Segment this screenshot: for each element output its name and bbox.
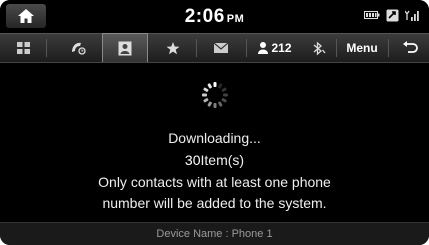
tab-call-history[interactable] bbox=[58, 34, 98, 62]
device-name-bar: Device Name : Phone 1 bbox=[0, 222, 429, 245]
grid-icon bbox=[16, 42, 30, 54]
back-icon bbox=[402, 41, 418, 53]
clock-ampm: PM bbox=[226, 13, 245, 25]
message-status-icon bbox=[386, 9, 399, 22]
tab-bluetooth[interactable] bbox=[300, 34, 336, 62]
loading-spinner-icon bbox=[202, 82, 228, 108]
status-bar: 2:06 PM bbox=[0, 0, 429, 31]
messages-icon bbox=[214, 43, 228, 53]
battery-icon bbox=[364, 10, 380, 20]
person-icon bbox=[258, 42, 269, 54]
note-line-1: Only contacts with at least one phone bbox=[98, 174, 331, 190]
tab-contacts[interactable] bbox=[102, 33, 148, 62]
contacts-count-indicator: 212 bbox=[252, 34, 298, 62]
tab-divider bbox=[196, 39, 197, 57]
favorites-icon bbox=[166, 41, 180, 54]
tab-divider bbox=[46, 39, 47, 57]
item-count: 30 bbox=[184, 152, 201, 168]
bluetooth-icon bbox=[313, 41, 326, 55]
contacts-count: 212 bbox=[271, 41, 292, 55]
back-button[interactable] bbox=[390, 34, 429, 62]
contacts-icon bbox=[118, 41, 132, 55]
tab-divider bbox=[388, 39, 389, 57]
tab-bar: 212 Menu bbox=[0, 33, 429, 63]
tab-messages[interactable] bbox=[198, 34, 244, 62]
downloading-status: Downloading... bbox=[168, 130, 261, 146]
phone-download-screen: 2:06 PM 212 Menu Downloading... 30Item(s… bbox=[0, 0, 429, 245]
tab-favorites[interactable] bbox=[152, 34, 194, 62]
menu-button[interactable]: Menu bbox=[337, 34, 387, 62]
menu-label: Menu bbox=[346, 41, 378, 55]
tab-divider bbox=[246, 39, 247, 57]
tab-dial[interactable] bbox=[0, 34, 46, 62]
item-count-line: 30Item(s) bbox=[0, 152, 429, 168]
download-content: Downloading... 30Item(s) Only contacts w… bbox=[0, 62, 429, 222]
note-line-2: number will be added to the system. bbox=[102, 195, 327, 211]
item-unit: Item(s) bbox=[200, 152, 245, 168]
call-history-icon bbox=[72, 42, 86, 55]
device-name: Device Name : Phone 1 bbox=[156, 228, 273, 240]
clock-time: 2:06 bbox=[184, 6, 225, 27]
signal-icon bbox=[405, 8, 419, 22]
status-icons bbox=[364, 8, 419, 22]
